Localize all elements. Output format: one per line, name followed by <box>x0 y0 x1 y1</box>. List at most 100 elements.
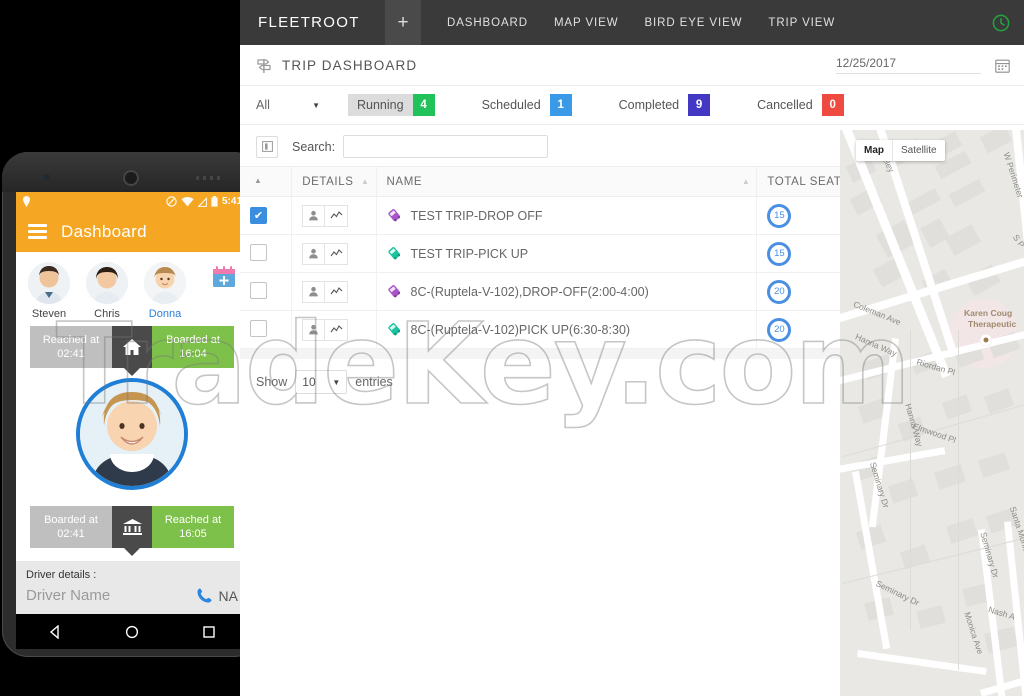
trip-name: TEST TRIP-PICK UP <box>410 246 529 261</box>
row-checkbox[interactable] <box>250 281 267 299</box>
segment-left-title: Reached at <box>42 334 100 346</box>
seats-badge: 20 <box>767 279 792 304</box>
hamburger-icon[interactable] <box>28 221 47 242</box>
nav-link-dashboard[interactable]: DASHBOARD <box>447 17 528 29</box>
map-panel[interactable]: Berkeley W Perimeter S P Coleman Ave Kar… <box>840 130 1024 696</box>
kid-item[interactable]: Donna <box>142 262 188 320</box>
row-name-cell: 8C-(Ruptela-V-102),DROP-OFF(2:00-4:00) <box>376 272 758 311</box>
kids-selector: Steven Chris Donna <box>16 252 248 320</box>
chart-line-icon[interactable] <box>325 280 349 303</box>
driver-phone-value: NA <box>218 587 238 604</box>
trip-bus-icon <box>387 285 400 298</box>
status-pills: Running 4 Scheduled 1 Completed 9 Cancel… <box>348 94 882 116</box>
school-icon <box>112 506 152 548</box>
row-select-cell[interactable]: ✔ <box>240 196 293 235</box>
row-checkbox[interactable] <box>250 243 267 261</box>
chart-line-icon[interactable] <box>325 204 349 227</box>
kid-name: Donna <box>148 308 182 320</box>
person-icon[interactable] <box>302 280 326 303</box>
chart-line-icon[interactable] <box>325 318 349 341</box>
status-pill-cancelled[interactable]: Cancelled 0 <box>748 94 844 116</box>
phone-mockup-pane: 5:41 Dashboard Steven Chris Donna Reache… <box>0 0 260 696</box>
signpost-icon <box>257 58 271 73</box>
all-filter-dropdown[interactable]: All ▼ <box>256 98 326 112</box>
row-details-cell <box>291 196 377 235</box>
row-checkbox[interactable]: ✔ <box>250 207 267 224</box>
row-select-cell[interactable] <box>240 310 293 349</box>
row-select-cell[interactable] <box>240 234 293 273</box>
calendar-icon[interactable] <box>995 58 1010 73</box>
battery-icon <box>211 196 218 207</box>
poi-marker-icon[interactable] <box>980 334 992 346</box>
trip-bus-icon <box>387 323 400 336</box>
row-name-cell: TEST TRIP-DROP OFF <box>376 196 758 235</box>
top-nav-links: DASHBOARD MAP VIEW BIRD EYE VIEW TRIP VI… <box>421 17 992 29</box>
entries-value: 10 <box>302 375 316 389</box>
row-select-cell[interactable] <box>240 272 293 311</box>
segment-right-title: Boarded at <box>166 334 220 346</box>
map-road-minor <box>910 330 912 630</box>
seats-badge: 20 <box>767 317 792 342</box>
column-header-select[interactable]: ▲ <box>240 166 293 197</box>
add-tab-button[interactable]: + <box>385 0 421 45</box>
column-label: NAME <box>386 175 423 188</box>
pill-label: Cancelled <box>757 98 813 112</box>
map-type-toggle: Map Satellite <box>856 140 945 161</box>
trip-name: 8C-(Ruptela-V-102),DROP-OFF(2:00-4:00) <box>410 284 649 299</box>
chevron-down-icon: ▼ <box>312 100 320 110</box>
calendar-add-icon[interactable] <box>212 266 236 288</box>
row-details-cell <box>291 234 377 273</box>
map-poi-label: Karen Coug <box>964 308 1013 318</box>
entries-per-page-select[interactable]: 10 ▼ <box>295 370 348 394</box>
status-filter-bar: All ▼ Running 4 Scheduled 1 Completed 9 … <box>240 86 1024 125</box>
status-pill-scheduled[interactable]: Scheduled 1 <box>473 94 572 116</box>
segment-right-time: 16:05 <box>179 528 207 540</box>
map-type-map[interactable]: Map <box>856 140 892 161</box>
search-label: Search: <box>292 139 336 154</box>
home-icon <box>112 326 152 368</box>
trip-name: TEST TRIP-DROP OFF <box>410 208 543 223</box>
phone-bezel <box>2 152 260 192</box>
column-header-details[interactable]: DETAILS ▲ <box>291 166 377 197</box>
search-input[interactable] <box>343 135 549 158</box>
recents-square-icon[interactable] <box>202 625 216 639</box>
kid-item[interactable]: Chris <box>84 262 130 320</box>
trip-segment-home: Reached at 02:41 Boarded at 16:04 <box>16 320 248 368</box>
sort-ascending-icon: ▲ <box>254 176 263 185</box>
columns-toggle-icon[interactable] <box>256 135 278 158</box>
top-navigation-bar: FLEETROOT + DASHBOARD MAP VIEW BIRD EYE … <box>240 0 1024 45</box>
brand-logo[interactable]: FLEETROOT <box>240 14 385 31</box>
person-icon[interactable] <box>302 318 326 341</box>
phone-device: 5:41 Dashboard Steven Chris Donna Reache… <box>2 152 260 657</box>
seats-badge: 15 <box>767 241 792 266</box>
trip-name: 8C-(Ruptela-V-102)PICK UP(6:30-8:30) <box>410 322 631 337</box>
segment-left-title: Boarded at <box>44 514 98 526</box>
nav-link-trip-view[interactable]: TRIP VIEW <box>768 17 835 29</box>
person-icon[interactable] <box>302 242 326 265</box>
row-checkbox[interactable] <box>250 319 267 337</box>
status-pill-completed[interactable]: Completed 9 <box>610 94 711 116</box>
kid-item[interactable]: Steven <box>26 262 72 320</box>
row-name-cell: TEST TRIP-PICK UP <box>376 234 758 273</box>
wifi-icon <box>181 197 194 207</box>
map-type-satellite[interactable]: Satellite <box>893 140 945 161</box>
chart-line-icon[interactable] <box>325 242 349 265</box>
phone-icon[interactable] <box>196 587 213 604</box>
segment-right: Boarded at 16:04 <box>152 326 234 368</box>
back-triangle-icon[interactable] <box>48 624 62 639</box>
nav-link-map-view[interactable]: MAP VIEW <box>554 17 619 29</box>
sim-icon <box>197 197 207 207</box>
home-circle-icon[interactable] <box>125 625 139 639</box>
trip-bus-icon <box>387 247 400 260</box>
avatar <box>144 262 186 304</box>
nav-link-bird-eye-view[interactable]: BIRD EYE VIEW <box>644 17 742 29</box>
page-title: TRIP DASHBOARD <box>282 57 418 73</box>
clock-icon[interactable] <box>992 14 1010 32</box>
person-icon[interactable] <box>302 204 326 227</box>
status-pill-running[interactable]: Running 4 <box>348 94 435 116</box>
date-input[interactable]: 12/25/2017 <box>836 56 981 74</box>
entries-label: entries <box>355 375 393 389</box>
column-header-name[interactable]: NAME ▲ <box>376 166 758 197</box>
segment-right: Reached at 16:05 <box>152 506 234 548</box>
pill-label: Running <box>348 94 413 116</box>
